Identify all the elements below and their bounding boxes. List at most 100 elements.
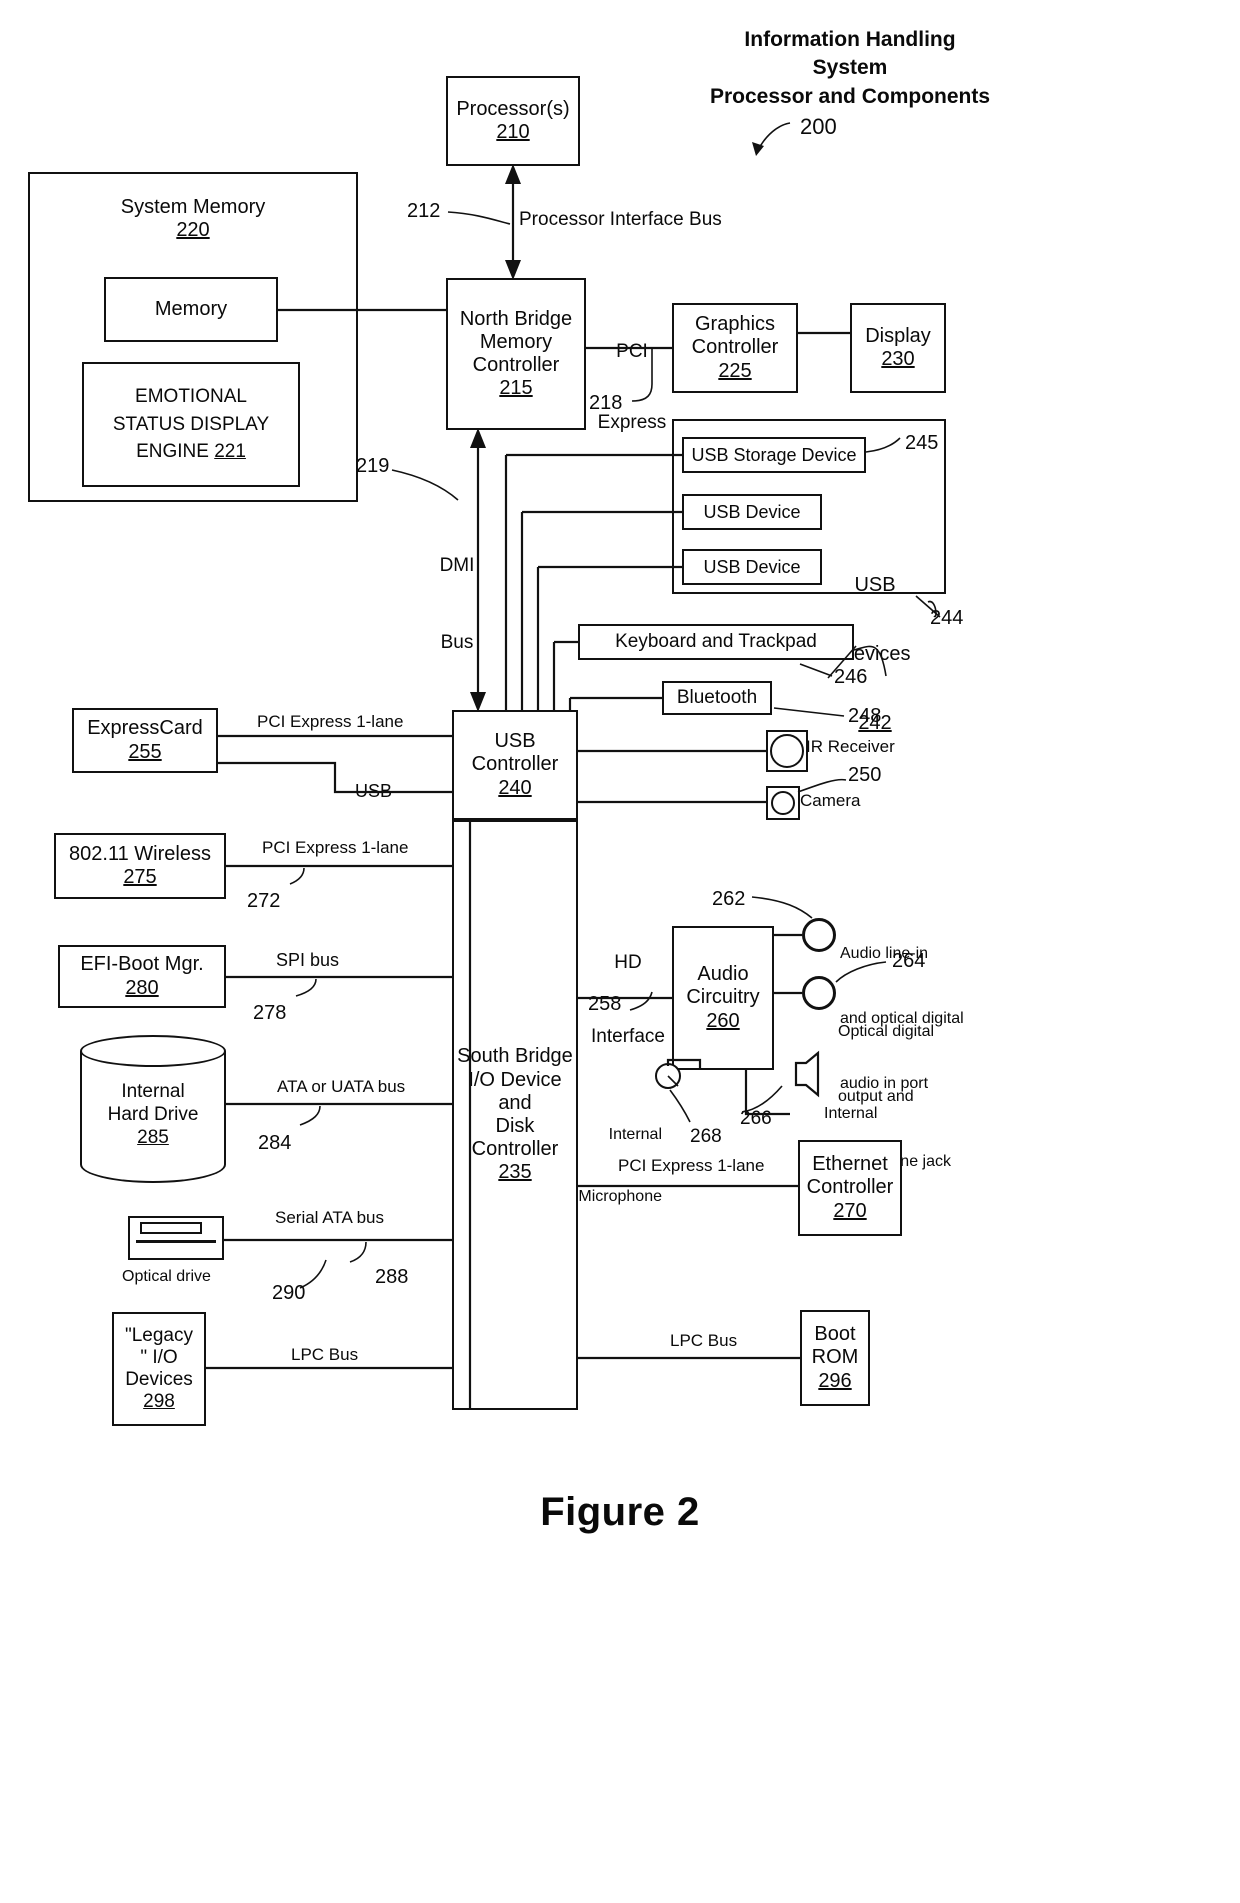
usb-storage-ref: 245 [905,432,939,454]
optical-drive-icon-slot [136,1240,216,1243]
audio-circuitry-block: Audio Circuitry 260 [672,926,774,1070]
south-bridge-block: South Bridge I/O Device and Disk Control… [452,820,578,1410]
serial-ata-bus-ref: 288 [375,1266,409,1288]
dmi-bus-ref: 219 [356,455,390,477]
serial-ata-bus-label: Serial ATA bus [275,1208,384,1227]
emotional-status-display-engine-block: EMOTIONAL STATUS DISPLAY ENGINE 221 [82,362,300,487]
optical-output-line1: Optical digital [838,1023,935,1041]
internal-hard-drive-block: Internal Hard Drive 285 [80,1035,226,1183]
optical-drive-ref: 290 [272,1282,306,1304]
optical-output-ref: 264 [892,950,926,972]
usb-bus-label: USB [355,781,393,801]
usb-device-2-label: USB Device [703,556,801,577]
audio-line-in-jack-icon [802,918,836,952]
audio-line2: Circuitry [686,986,760,1009]
south-bridge-line4: Disk [495,1115,535,1137]
internal-mic-line2: Microphone [578,1187,662,1205]
graphics-ref: 225 [718,359,752,382]
expresscard-block: ExpressCard 255 [72,708,218,773]
wireless-label: 802.11 Wireless [69,842,211,865]
wireless-bus-ref: 272 [247,890,281,912]
usb-device-1-label: USB Device [703,501,801,522]
optical-digital-output-jack-icon [802,976,836,1010]
hd-interface-line1: HD [614,952,642,974]
north-bridge-line2: Memory [479,330,553,353]
south-bridge-line1: South Bridge [457,1045,573,1068]
hard-drive-ref: 285 [137,1126,169,1148]
usb-device-1-block: USB Device [682,494,822,530]
hd-interface-ref: 258 [588,993,622,1015]
expresscard-ref: 255 [128,740,162,763]
boot-rom-block: Boot ROM 296 [800,1310,870,1406]
north-bridge-line1: North Bridge [459,307,573,330]
spi-bus-label: SPI bus [276,950,340,970]
processor-ref: 210 [496,121,530,143]
optical-drive-icon-tray [140,1222,202,1234]
south-bridge-line5: Controller [471,1138,559,1161]
ir-receiver-label: IR Receiver [806,737,895,756]
ethernet-controller-block: Ethernet Controller 270 [798,1140,902,1236]
camera-icon [771,791,795,815]
processor-block: Processor(s) 210 [446,76,580,166]
legacy-io-line1: "Legacy [124,1324,193,1346]
internal-mic-line1: Internal [608,1125,662,1143]
wireless-ref: 275 [123,866,157,888]
north-bridge-ref: 215 [499,377,533,400]
figure-title-line3: Processor and Components [709,84,991,108]
bluetooth-ref: 248 [848,705,882,727]
emotional-engine-line3: ENGINE 221 [136,438,246,466]
north-bridge-block: North Bridge Memory Controller 215 [446,278,586,430]
figure-caption: Figure 2 [540,1490,700,1534]
spi-bus-ref: 278 [253,1002,287,1024]
expresscard-bus-label: PCI Express 1-lane [257,712,404,731]
efi-boot-mgr-block: EFI-Boot Mgr. 280 [58,945,226,1008]
ir-receiver-ref: 250 [848,764,882,786]
internal-speakers-line1: Internal [824,1104,878,1122]
system-memory-label: System Memory [120,196,266,218]
usb-devices-bracket-ref: 244 [930,607,964,629]
south-bridge-line3: and [498,1091,532,1114]
pci-express-line1: PCI [616,340,648,362]
ethernet-line1: Ethernet [812,1153,888,1176]
hard-drive-line2: Hard Drive [107,1103,199,1125]
figure-title-line1: Information Handling [744,28,956,51]
system-memory-ref: 220 [176,219,210,242]
hard-drive-label: Internal Hard Drive 285 [80,1081,226,1149]
keyboard-ref: 246 [834,666,868,688]
internal-speakers-ref: 266 [740,1108,772,1129]
legacy-io-line3: Devices [125,1369,193,1390]
audio-line1: Audio [697,963,749,986]
usb-controller-line1: USB [494,730,536,753]
usb-storage-label: USB Storage Device [691,444,857,465]
legacy-io-devices-block: "Legacy " I/O Devices 298 [112,1312,206,1426]
efi-boot-label: EFI-Boot Mgr. [80,953,204,976]
south-bridge-ref: 235 [498,1161,532,1184]
boot-rom-line1: Boot [814,1323,856,1346]
south-bridge-line2: I/O Device [468,1068,562,1091]
usb-controller-ref: 240 [498,776,532,799]
emotional-engine-ref: 221 [214,441,246,463]
boot-rom-line2: ROM [811,1346,859,1369]
audio-line-in-ref: 262 [712,888,746,910]
ata-bus-ref: 284 [258,1132,292,1154]
boot-rom-ref: 296 [818,1369,852,1392]
display-ref: 230 [881,348,915,370]
ethernet-ref: 270 [833,1199,867,1222]
efi-boot-ref: 280 [125,976,159,999]
hard-drive-cylinder-top [80,1035,226,1067]
emotional-engine-line3-text: ENGINE [136,441,209,463]
lpc-bus-left-label: LPC Bus [291,1345,359,1364]
dmi-bus-label: DMI Bus [422,502,492,707]
processor-label: Processor(s) [456,97,570,120]
internal-microphone-ref: 268 [690,1126,722,1147]
pci-express-ref: 218 [589,392,623,414]
ata-bus-label: ATA or UATA bus [277,1077,406,1096]
graphics-line1: Graphics [694,313,776,336]
audio-ref: 260 [706,1009,740,1032]
graphics-controller-block: Graphics Controller 225 [672,303,798,393]
usb-devices-line1: USB [854,574,896,596]
hard-drive-line1: Internal [121,1081,185,1102]
ethernet-bus-label: PCI Express 1-lane [618,1156,765,1175]
processor-interface-bus-label: Processor Interface Bus [519,209,722,230]
bluetooth-block: Bluetooth [662,681,772,715]
